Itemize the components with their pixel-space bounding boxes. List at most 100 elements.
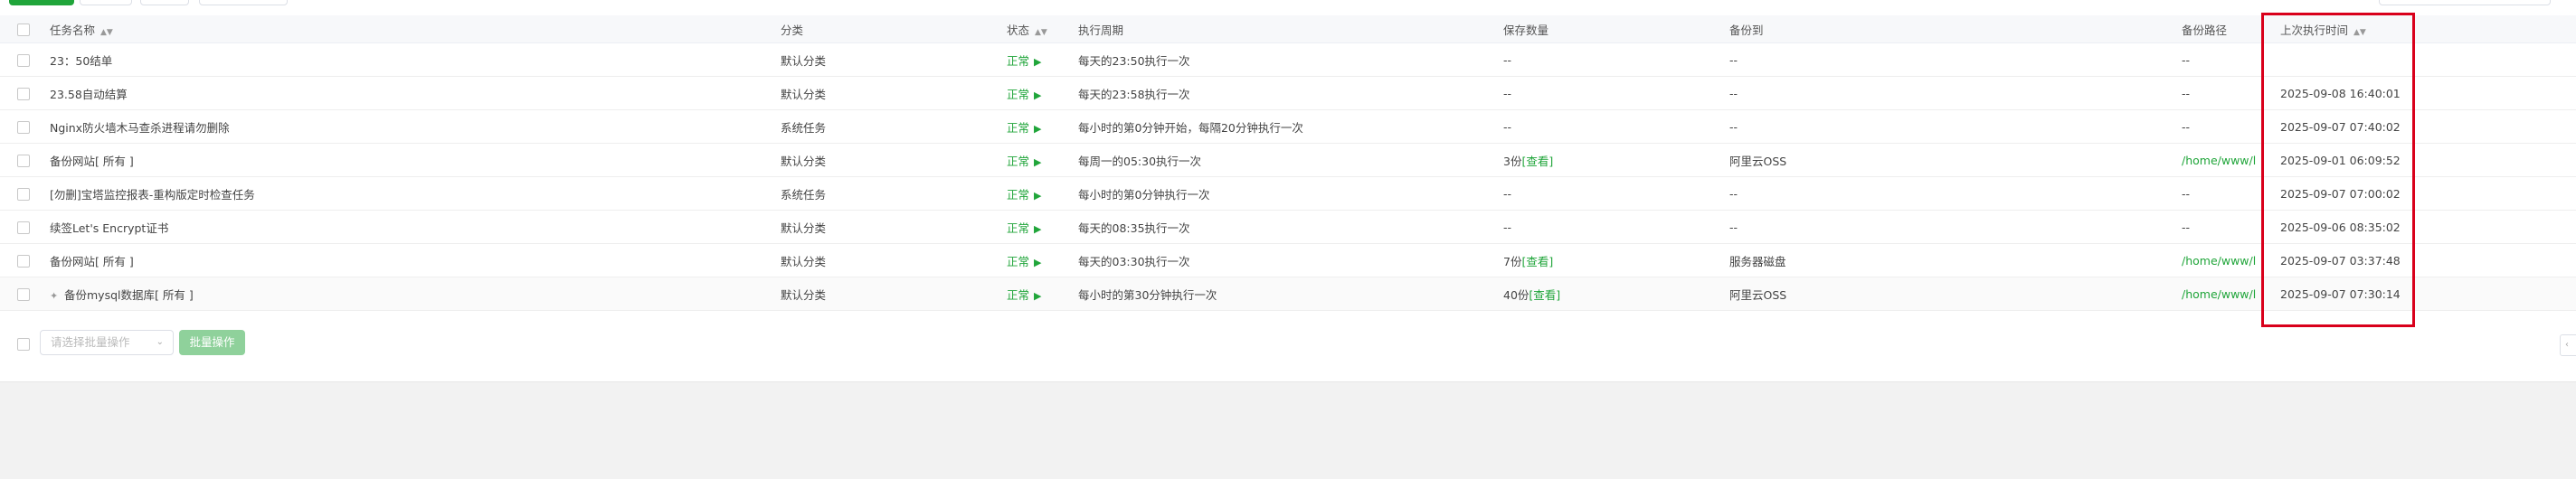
table-row[interactable]: 续签Let's Encrypt证书 默认分类 正常 ▶ 每天的08:35执行一次 … (0, 210, 2576, 244)
task-name[interactable]: Nginx防火墙木马查杀进程请勿删除 (50, 121, 230, 135)
toolbar-button[interactable] (199, 0, 288, 5)
table-row[interactable]: 23：50结单 默认分类 正常 ▶ 每天的23:50执行一次 -- -- -- (0, 42, 2576, 77)
col-header-keep: 保存数量 (1503, 15, 1729, 43)
task-table: 任务名称 ▲▼ 分类 状态 ▲▼ 执行周期 保存数量 备份到 备份路径 上次执行时间… (0, 15, 2576, 311)
row-checkbox[interactable] (17, 254, 30, 268)
row-checkbox[interactable] (17, 154, 30, 167)
task-cycle: 每小时的第0分钟执行一次 (1078, 187, 1210, 202)
backup-path: -- (2182, 119, 2191, 134)
backup-path[interactable]: /home/www/l (2182, 287, 2256, 301)
row-checkbox[interactable] (17, 187, 30, 201)
play-triangle-icon: ▶ (1034, 155, 1042, 168)
batch-action-select[interactable]: 请选择批量操作 ⌄ (40, 330, 174, 355)
status-toggle[interactable]: 正常 ▶ (1007, 288, 1041, 302)
status-toggle[interactable]: 正常 ▶ (1007, 121, 1041, 135)
keep-count: -- (1503, 119, 1512, 134)
table-row[interactable]: 23.58自动结算 默认分类 正常 ▶ 每天的23:58执行一次 -- -- --… (0, 76, 2576, 110)
backup-path: -- (2182, 52, 2191, 67)
task-cycle: 每天的08:35执行一次 (1078, 221, 1190, 235)
backup-path: -- (2182, 86, 2191, 100)
task-category: 默认分类 (781, 287, 827, 302)
row-checkbox[interactable] (17, 53, 30, 67)
task-category: 默认分类 (781, 254, 827, 268)
chevron-left-icon[interactable]: ‹ (2560, 334, 2576, 356)
task-panel: 任务名称 ▲▼ 分类 状态 ▲▼ 执行周期 保存数量 备份到 备份路径 上次执行时间… (0, 0, 2576, 382)
sort-arrows-icon[interactable]: ▲▼ (100, 28, 113, 37)
table-row[interactable]: 备份网站[ 所有 ] 默认分类 正常 ▶ 每天的03:30执行一次 7份[查看] … (0, 243, 2576, 277)
backup-path[interactable]: /home/www/l (2182, 254, 2256, 268)
task-category: 系统任务 (781, 187, 827, 202)
backup-path: -- (2182, 186, 2191, 201)
row-checkbox[interactable] (17, 87, 30, 100)
pin-icon[interactable]: ✦ (50, 290, 64, 302)
view-backups-link[interactable]: [查看] (1529, 288, 1560, 302)
task-cycle: 每天的23:58执行一次 (1078, 87, 1190, 101)
play-triangle-icon: ▶ (1034, 89, 1042, 101)
play-triangle-icon: ▶ (1034, 122, 1042, 135)
add-task-button[interactable] (9, 0, 74, 5)
col-header-backup-path: 备份路径 (2182, 15, 2264, 43)
status-toggle[interactable]: 正常 ▶ (1007, 221, 1041, 235)
task-name[interactable]: [勿删]宝塔监控报表-重构版定时检查任务 (50, 188, 255, 202)
table-row[interactable]: [勿删]宝塔监控报表-重构版定时检查任务 系统任务 正常 ▶ 每小时的第0分钟执行… (0, 176, 2576, 211)
backup-path: -- (2182, 220, 2191, 234)
task-cycle: 每小时的第30分钟执行一次 (1078, 287, 1217, 302)
keep-count: 7份 (1503, 254, 1522, 268)
status-toggle[interactable]: 正常 ▶ (1007, 155, 1041, 168)
keep-count: -- (1503, 52, 1512, 67)
keep-count: 3份 (1503, 154, 1522, 168)
row-checkbox[interactable] (17, 287, 30, 301)
task-name[interactable]: 续签Let's Encrypt证书 (50, 221, 168, 235)
table-row[interactable]: 备份网站[ 所有 ] 默认分类 正常 ▶ 每周一的05:30执行一次 3份[查看]… (0, 143, 2576, 177)
status-toggle[interactable]: 正常 ▶ (1007, 188, 1041, 202)
backup-target: 阿里云OSS (1729, 287, 1787, 302)
row-checkbox[interactable] (17, 221, 30, 234)
keep-count: -- (1503, 220, 1512, 234)
col-header-name[interactable]: 任务名称 ▲▼ (50, 15, 781, 43)
backup-target: 服务器磁盘 (1729, 254, 1786, 268)
select-all-checkbox[interactable] (17, 23, 30, 36)
task-name[interactable]: 备份mysql数据库[ 所有 ] (64, 288, 194, 302)
backup-target: -- (1729, 86, 1738, 100)
row-checkbox[interactable] (17, 120, 30, 134)
search-input[interactable] (2379, 0, 2551, 5)
table-row[interactable]: ✦ 备份mysql数据库[ 所有 ] 默认分类 正常 ▶ 每小时的第30分钟执行一次… (0, 277, 2576, 311)
backup-target: -- (1729, 186, 1738, 201)
task-name[interactable]: 23.58自动结算 (50, 88, 128, 101)
status-toggle[interactable]: 正常 ▶ (1007, 88, 1041, 101)
view-backups-link[interactable]: [查看] (1521, 255, 1553, 268)
backup-target: -- (1729, 119, 1738, 134)
last-run-highlight-box (2261, 13, 2415, 327)
play-triangle-icon: ▶ (1034, 222, 1042, 235)
chevron-down-icon: ⌄ (156, 337, 164, 347)
backup-target: 阿里云OSS (1729, 154, 1787, 168)
status-toggle[interactable]: 正常 ▶ (1007, 54, 1041, 68)
col-header-cycle: 执行周期 (1078, 15, 1503, 43)
play-triangle-icon: ▶ (1034, 289, 1042, 302)
table-footer: 请选择批量操作 ⌄ 批量操作 ‹ (0, 329, 2576, 362)
task-name[interactable]: 23：50结单 (50, 54, 112, 68)
col-header-backup-to: 备份到 (1729, 15, 2182, 43)
backup-path[interactable]: /home/www/l (2182, 154, 2256, 167)
batch-action-button[interactable]: 批量操作 (179, 330, 245, 355)
keep-count: -- (1503, 186, 1512, 201)
col-header-status[interactable]: 状态 ▲▼ (1007, 15, 1078, 43)
toolbar-button[interactable] (80, 0, 132, 5)
play-triangle-icon: ▶ (1034, 189, 1042, 202)
keep-count: -- (1503, 86, 1512, 100)
footer-select-all-checkbox[interactable] (17, 338, 30, 351)
keep-count: 40份 (1503, 287, 1530, 302)
task-name[interactable]: 备份网站[ 所有 ] (50, 155, 134, 168)
task-category: 系统任务 (781, 120, 827, 135)
table-row[interactable]: Nginx防火墙木马查杀进程请勿删除 系统任务 正常 ▶ 每小时的第0分钟开始，每… (0, 109, 2576, 144)
task-name[interactable]: 备份网站[ 所有 ] (50, 255, 134, 268)
task-cycle: 每天的03:30执行一次 (1078, 254, 1190, 268)
toolbar-button[interactable] (140, 0, 189, 5)
task-category: 默认分类 (781, 154, 827, 168)
task-cycle: 每周一的05:30执行一次 (1078, 154, 1202, 168)
status-toggle[interactable]: 正常 ▶ (1007, 255, 1041, 268)
task-category: 默认分类 (781, 87, 827, 101)
backup-target: -- (1729, 220, 1738, 234)
view-backups-link[interactable]: [查看] (1521, 155, 1553, 168)
sort-arrows-icon[interactable]: ▲▼ (1035, 28, 1047, 37)
